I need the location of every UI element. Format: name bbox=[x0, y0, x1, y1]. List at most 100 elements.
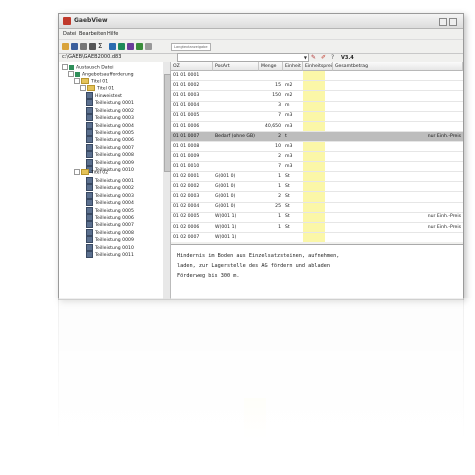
cell-einheit: m3 bbox=[285, 163, 293, 169]
tree-item-label: Teilleistung 0007 bbox=[95, 223, 134, 229]
title-bar[interactable]: GaebView bbox=[59, 14, 463, 29]
table-row[interactable]: 01 01 0008 10 m3 bbox=[171, 142, 463, 153]
tree-item[interactable]: Teilleistung 0002 bbox=[86, 106, 134, 114]
tree-item[interactable]: Teilleistung 0004 bbox=[86, 199, 134, 207]
collapse-icon[interactable] bbox=[80, 85, 86, 91]
tree-item[interactable]: Teilleistung 0001 bbox=[86, 99, 134, 107]
table-row[interactable]: 01 01 0007 Bedarf (ohne GB) 2 t nur Einh.-Pr… bbox=[171, 131, 463, 142]
table-row[interactable]: 01 02 0003 G(001 0) 2 St bbox=[171, 192, 463, 203]
help-icon[interactable]: ? bbox=[331, 54, 334, 61]
tree-item[interactable]: Teilleistung 0006 bbox=[86, 214, 134, 221]
table-row[interactable]: 01 01 0002 15 m2 bbox=[171, 81, 463, 92]
save-icon[interactable] bbox=[71, 43, 78, 50]
tree-scrollbar[interactable] bbox=[163, 62, 171, 299]
table-row[interactable]: 01 01 0006 40,650 m3 bbox=[171, 122, 463, 132]
cell-oz: 01 02 0003 bbox=[173, 194, 200, 200]
col-header-einheit[interactable]: Einheit bbox=[283, 62, 303, 71]
cell-gesamtbetrag bbox=[335, 71, 461, 80]
position-icon bbox=[86, 199, 93, 207]
view-icon[interactable] bbox=[109, 43, 116, 50]
cell-menge: 10 bbox=[275, 143, 281, 149]
collapse-icon[interactable] bbox=[74, 78, 80, 84]
tree-item[interactable]: Teilleistung 0009 bbox=[86, 158, 134, 166]
table-row[interactable]: 01 02 0004 G(001 0) 25 St bbox=[171, 202, 463, 213]
print-icon[interactable] bbox=[80, 43, 87, 50]
cell-menge: 2 bbox=[278, 153, 281, 159]
table-row[interactable]: 01 01 0001 bbox=[171, 71, 463, 82]
cell-posart bbox=[215, 152, 259, 161]
tree-node-titel1[interactable]: Titel 01 bbox=[74, 78, 108, 85]
table-row[interactable]: 01 02 0005 W(001 1) 1 St nur Einh.-Preis bbox=[171, 212, 463, 223]
tree-item[interactable]: Teilleistung 0005 bbox=[86, 129, 134, 136]
longtext-line: Förderweg bis 300 m. bbox=[177, 273, 240, 279]
col-header-menge[interactable]: Menge bbox=[259, 62, 283, 71]
tree-item[interactable]: Teilleistung 0007 bbox=[86, 221, 134, 229]
tree-node-titel1-sub[interactable]: Titel 01 bbox=[80, 85, 114, 92]
table-row[interactable]: 01 02 0002 G(001 0) 1 St bbox=[171, 182, 463, 193]
tree-item[interactable]: Teilleistung 0011 bbox=[86, 251, 134, 258]
tree-item[interactable]: Teilleistung 0005 bbox=[86, 206, 134, 214]
check-icon[interactable] bbox=[136, 43, 143, 50]
table-row[interactable]: 01 01 0010 7 m3 bbox=[171, 162, 463, 173]
tree-item[interactable]: Teilleistung 0002 bbox=[86, 184, 134, 192]
col-header-einheitspreis[interactable]: Einheitspreis bbox=[303, 62, 333, 71]
chevron-down-icon: ▼ bbox=[303, 55, 307, 60]
tree-item[interactable]: Teilleistung 0010 bbox=[86, 243, 134, 251]
scrollbar-thumb[interactable] bbox=[164, 74, 171, 172]
grid-icon[interactable] bbox=[127, 43, 134, 50]
tree-item[interactable]: Teilleistung 0008 bbox=[86, 151, 134, 159]
tree-item[interactable]: Teilleistung 0004 bbox=[86, 121, 134, 129]
tree-item-label: Teilleistung 0006 bbox=[95, 138, 134, 144]
collapse-icon[interactable] bbox=[62, 64, 68, 70]
tree-item-label: Hinweistext bbox=[95, 94, 122, 99]
pencil-icon[interactable]: ✐ bbox=[321, 54, 326, 61]
table-row[interactable]: 01 02 0007 W(001 1) bbox=[171, 233, 463, 242]
cell-menge: 7 bbox=[278, 113, 281, 119]
tree-item[interactable]: Teilleistung 0001 bbox=[86, 177, 134, 184]
menu-datei[interactable]: Datei bbox=[63, 31, 76, 37]
longtext-filter-field[interactable]: Langtextanzeigabe bbox=[171, 43, 211, 51]
menu-bearbeiten[interactable]: Bearbeiten bbox=[79, 31, 106, 37]
sum-icon[interactable]: Σ bbox=[98, 43, 105, 50]
tree-node-titel2[interactable]: Titel 02 bbox=[74, 169, 108, 176]
table-row[interactable]: 01 01 0005 7 m3 bbox=[171, 111, 463, 122]
cell-menge: 2 bbox=[278, 133, 281, 139]
tree-item[interactable]: Teilleistung 0009 bbox=[86, 236, 134, 244]
table-row[interactable]: 01 01 0003 150 m2 bbox=[171, 91, 463, 102]
tree-item[interactable]: Teilleistung 0007 bbox=[86, 143, 134, 151]
info-icon[interactable] bbox=[145, 43, 152, 50]
col-header-oz[interactable]: OZ bbox=[171, 62, 213, 71]
tree-item[interactable]: Teilleistung 0003 bbox=[86, 114, 134, 122]
cell-posart: W(001 1) bbox=[215, 234, 237, 240]
col-header-gesamtbetrag[interactable]: Gesamtbetrag bbox=[333, 62, 463, 71]
table-row[interactable]: 01 02 0006 W(001 1) 1 St nur Einh.-Preis bbox=[171, 223, 463, 233]
cell-posart: G(001 0) bbox=[215, 184, 236, 190]
tree-node-angebot[interactable]: Angebotsaufforderung bbox=[68, 71, 134, 78]
table-row[interactable]: 01 01 0004 3 m bbox=[171, 101, 463, 112]
table-row[interactable]: 01 02 0001 G(001 0) 1 St bbox=[171, 172, 463, 183]
cell-menge: 1 bbox=[278, 224, 281, 230]
col-header-posart[interactable]: PosArt bbox=[213, 62, 259, 71]
tree-item-label: Teilleistung 0010 bbox=[95, 245, 134, 251]
category-select[interactable]: ▼ bbox=[177, 53, 309, 62]
tree-item[interactable]: Teilleistung 0006 bbox=[86, 136, 134, 144]
collapse-icon[interactable] bbox=[68, 71, 74, 77]
tree-item[interactable]: Hinweistext bbox=[86, 92, 122, 99]
cell-einheit: St bbox=[285, 224, 290, 230]
position-icon bbox=[86, 121, 93, 129]
tree-root[interactable]: Austausch Datei bbox=[62, 64, 114, 71]
settings-icon[interactable] bbox=[89, 43, 96, 50]
export-icon[interactable] bbox=[118, 43, 125, 50]
tree-item[interactable]: Teilleistung 0003 bbox=[86, 191, 134, 199]
tree-item[interactable]: Teilleistung 0008 bbox=[86, 228, 134, 236]
position-icon bbox=[86, 136, 93, 144]
collapse-icon[interactable] bbox=[74, 169, 80, 175]
cell-einheit: St bbox=[285, 194, 290, 200]
menu-hilfe[interactable]: Hilfe bbox=[107, 31, 118, 37]
table-row[interactable]: 01 01 0009 2 m3 bbox=[171, 152, 463, 163]
pen-icon[interactable]: ✎ bbox=[311, 54, 316, 61]
cell-einheit: m2 bbox=[285, 93, 293, 99]
close-button[interactable] bbox=[449, 18, 457, 26]
open-folder-icon[interactable] bbox=[62, 43, 69, 50]
minimize-button[interactable] bbox=[439, 18, 447, 26]
